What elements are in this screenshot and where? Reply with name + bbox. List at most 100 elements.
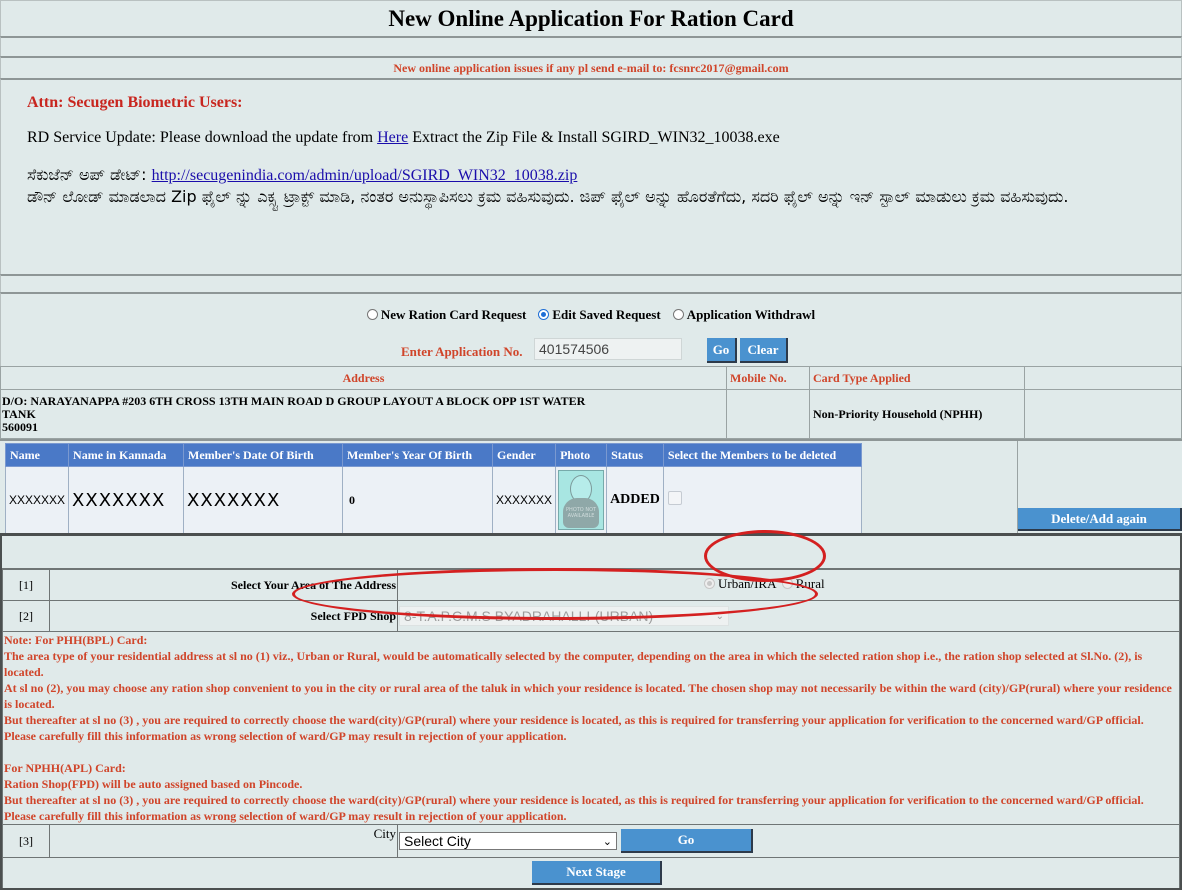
application-number-row: Enter Application No. 401574506 Go Clear [0,336,1182,366]
city-select[interactable]: Select City ⌄ [399,832,617,850]
radio-label: Edit Saved Request [552,307,661,322]
member-gender: XXXXXXX [492,466,557,534]
col-photo: Photo [555,443,608,467]
radio-label: New Ration Card Request [380,307,527,322]
col-gender: Gender [492,443,557,467]
member-select-cell [662,466,862,534]
radio-rural[interactable]: Rural [781,576,825,592]
table-row: XXXXXXX XXXXXXX XXXXXXX 0 XXXXXXX PHOTO … [4,466,862,534]
fpd-shop-value: 8-T.A.P.C.M.S BYADRAHALLI-(URBAN) [404,608,654,624]
secugen-zip-link[interactable]: http://secugenindia.com/admin/upload/SGI… [152,167,578,184]
rd-text: RD Service Update: Please download the u… [27,129,378,146]
city-label: City [49,824,398,858]
request-type-group: New Ration Card Request Edit Saved Reque… [0,292,1182,336]
address-value: D/O: NARAYANAPPA #203 6TH CROSS 13TH MAI… [0,389,727,439]
radio-icon[interactable] [781,577,793,589]
radio-icon[interactable] [672,308,684,320]
card-type-value: Non-Priority Household (NPHH) [809,389,1025,439]
fpd-shop-cell: 8-T.A.P.C.M.S BYADRAHALLI-(URBAN) ⌄ [397,600,1180,632]
empty-cell [1024,389,1182,439]
spacer-row [0,274,1182,292]
clear-button[interactable]: Clear [740,338,788,363]
radio-selected-icon[interactable] [704,577,715,589]
spacer-row [0,36,1182,56]
photo-placeholder-icon: PHOTO NOT AVAILABLE [558,470,605,530]
member-yob: 0 [342,466,494,534]
nphh-heading: For NPHH(APL) Card: [4,761,126,775]
col-yob: Member's Year Of Birth [342,443,494,467]
chevron-down-icon: ⌄ [715,610,724,622]
nphh-note: Ration Shop(FPD) will be auto assigned b… [4,777,303,791]
member-dob: XXXXXXX [183,466,344,534]
page: New Online Application For Ration Card N… [0,0,1182,890]
kannada-instructions: ಡೌನ್ ಲೋಡ್ ಮಾಡಲಾದ Zip ಫೈಲ್ ನ್ನು ಎಕ್ಸ್ಟ ಟ್… [27,187,1069,206]
radio-label: Application Withdrawl [686,307,816,322]
nphh-note: But thereafter at sl no (3) , you are re… [4,793,1144,823]
form-table: [1] Select Your Area of The Address Urba… [2,569,1180,888]
radio-icon[interactable] [366,308,378,320]
phh-note: The area type of your residential addres… [4,649,1143,679]
col-select-delete: Select the Members to be deleted [662,443,862,467]
radio-selected-icon[interactable] [538,308,550,320]
address-table: Address Mobile No. Card Type Applied D/O… [0,366,1182,439]
next-stage-button[interactable]: Next Stage [532,861,662,885]
members-section: Name Name in Kannada Member's Date Of Bi… [0,439,1182,534]
page-title: New Online Application For Ration Card [0,0,1182,36]
area-options: Urban/IRA Rural [397,569,1180,601]
member-name: XXXXXXX [4,466,70,534]
row-number: [1] [2,569,50,601]
form-section: [1] Select Your Area of The Address Urba… [0,533,1182,890]
next-stage-row: Next Stage [2,857,1180,888]
col-name: Name [4,443,70,467]
card-type-header: Card Type Applied [809,366,1025,390]
notes-block: Note: For PHH(BPL) Card: The area type o… [2,631,1180,825]
fpd-shop-select[interactable]: 8-T.A.P.C.M.S BYADRAHALLI-(URBAN) ⌄ [399,606,729,626]
area-label: Select Your Area of The Address [49,569,398,601]
address-header: Address [0,366,727,390]
download-here-link[interactable]: Here [377,129,408,146]
mobile-header: Mobile No. [726,366,810,390]
radio-new-request[interactable]: New Ration Card Request [366,307,527,323]
phh-note: But thereafter at sl no (3) , you are re… [4,713,1144,743]
radio-application-withdrawl[interactable]: Application Withdrawl [672,307,816,323]
radio-urban[interactable]: Urban/IRA [704,576,777,592]
city-cell: Select City ⌄ Go [397,824,1180,858]
application-number-label: Enter Application No. [401,344,523,359]
fpd-shop-row: [2] Select FPD Shop 8-T.A.P.C.M.S BYADRA… [2,600,1180,632]
kannada-update-line: ಸೆಕುಜೆನ್ ಅಪ್ ಡೇಟ್: http://secugenindia.c… [27,165,1155,185]
address-line: TANK [2,406,36,421]
application-number-input[interactable]: 401574506 [534,338,682,360]
col-name-kannada: Name in Kannada [68,443,185,467]
col-status: Status [606,443,664,467]
col-dob: Member's Date Of Birth [183,443,344,467]
fpd-shop-label: Select FPD Shop [49,600,398,632]
phh-note: At sl no (2), you may choose any ration … [4,681,1172,711]
city-row: [3] City Select City ⌄ Go [2,824,1180,858]
support-notice: New online application issues if any pl … [0,56,1182,78]
secugen-notice: Attn: Secugen Biometric Users: RD Servic… [0,78,1182,274]
photo-text: PHOTO NOT AVAILABLE [566,507,597,519]
address-line: D/O: NARAYANAPPA #203 6TH CROSS 13TH MAI… [2,393,586,408]
member-status: ADDED [606,466,664,534]
radio-edit-saved-request[interactable]: Edit Saved Request [538,307,661,323]
address-pincode: 560091 [2,419,38,434]
radio-label: Urban/IRA [718,576,777,592]
phh-heading: Note: For PHH(BPL) Card: [4,633,148,647]
delete-add-again-button[interactable]: Delete/Add again [1018,508,1182,531]
go-button[interactable]: Go [707,338,737,363]
delete-member-checkbox[interactable] [667,491,682,505]
spacer-row [2,536,1180,569]
city-go-button[interactable]: Go [621,829,753,853]
rd-suffix: Extract the Zip File & Install SGIRD_WIN… [408,129,780,146]
empty-header [1024,366,1182,390]
city-select-value: Select City [404,833,471,849]
area-row: [1] Select Your Area of The Address Urba… [2,569,1180,601]
member-photo: PHOTO NOT AVAILABLE [555,466,608,534]
attn-heading: Attn: Secugen Biometric Users: [27,94,243,111]
member-name-kannada: XXXXXXX [68,466,185,534]
chevron-down-icon: ⌄ [602,835,612,848]
kannada-label: ಸೆಕುಜೆನ್ ಅಪ್ ಡೇಟ್: [27,165,152,184]
rd-service-update: RD Service Update: Please download the u… [27,129,1155,147]
radio-label: Rural [795,576,825,592]
